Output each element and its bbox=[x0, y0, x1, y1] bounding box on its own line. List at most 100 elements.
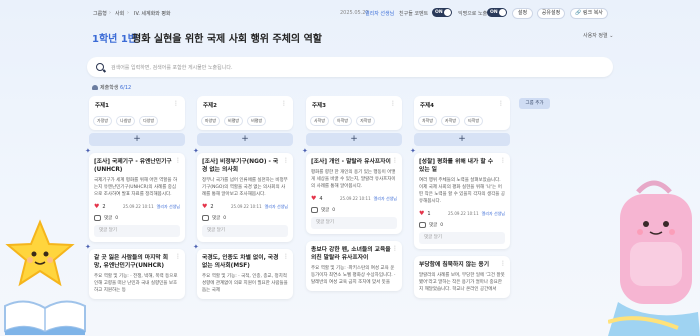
column-header: 주제4 ⋮ 차학방 카학방 타학방 bbox=[414, 96, 510, 130]
more-icon[interactable]: ⋮ bbox=[392, 157, 398, 164]
comment-input[interactable]: 댓글 달기 bbox=[311, 217, 397, 229]
student-tag[interactable]: 가정방 bbox=[93, 116, 113, 126]
post-date: 25.09.22 10:11 bbox=[123, 204, 154, 209]
pin-icon: ✦ bbox=[193, 243, 199, 251]
anon-expose-toggle[interactable]: ON bbox=[487, 8, 507, 17]
student-tag[interactable]: 아학방 bbox=[333, 116, 353, 126]
search-icon bbox=[96, 63, 104, 71]
post-author: 엘리자 선생님 bbox=[264, 203, 288, 209]
share-settings-button[interactable]: 공유설정 bbox=[537, 8, 565, 19]
more-icon[interactable]: ⋮ bbox=[173, 100, 179, 107]
column-header: 주제2 ⋮ 마양방 비평방 비평방 bbox=[197, 96, 293, 130]
settings-button[interactable]: 설정 bbox=[512, 8, 533, 19]
pin-icon: ✦ bbox=[85, 243, 91, 251]
student-tag[interactable]: 타학방 bbox=[464, 116, 484, 126]
post-body: 국제기구가 세계 평화를 위해 어떤 역할을 하는지 유엔난민기구(UNHCR)… bbox=[94, 178, 178, 197]
student-tag[interactable]: 자학방 bbox=[356, 116, 376, 126]
post-title: [성찰] 평화를 위해 내가 할 수 있는 일 bbox=[419, 159, 494, 173]
post-body: 정부나 국가를 넘어 인류애를 실천하는 비정부기구(NGO)의 역할을 국경 … bbox=[202, 178, 288, 197]
pin-icon: ✦ bbox=[302, 147, 308, 155]
heart-icon[interactable]: ♥ bbox=[202, 203, 207, 210]
post-card[interactable]: 부당함에 침묵하지 않는 용기 ⋮ 말랄라의 사례를 보며, 부당한 일에 '그… bbox=[414, 256, 510, 298]
post-card[interactable]: ✦ [성찰] 평화를 위해 내가 할 수 있는 일 ⋮ 여러 행위 주체들의 노… bbox=[410, 148, 510, 249]
student-tag[interactable]: 나침방 bbox=[116, 116, 136, 126]
anon-comment-toggle[interactable]: ON bbox=[432, 8, 452, 17]
post-author: 엘리자 선생님 bbox=[156, 203, 180, 209]
column-2: 주제2 ⋮ 마양방 비평방 비평방 + ✦ [조사] 비정부기구(NGO) - … bbox=[193, 96, 293, 299]
breadcrumb-item[interactable]: IV. 세계화와 평화 bbox=[134, 10, 171, 17]
add-post-button[interactable]: + bbox=[414, 133, 510, 146]
post-card[interactable]: ✦ 국경도, 인종도 차별 없이, 국경 없는 의사회(MSF) ⋮ 주요 역할… bbox=[193, 244, 293, 299]
copy-link-button[interactable]: 🔗 링크 복사 bbox=[570, 8, 608, 19]
pin-icon: ✦ bbox=[85, 147, 91, 155]
student-tag[interactable]: 카학방 bbox=[441, 116, 461, 126]
search-bar[interactable]: 검색어를 입력하면, 검색어를 포함한 게시물만 노출됩니다. bbox=[87, 57, 613, 77]
breadcrumb-item[interactable]: 사회 bbox=[115, 10, 124, 17]
post-card[interactable]: 총보다 강한 펜, 소녀들의 교육을 외친 말랄라 유사프자이 ⋮ 주요 역할 … bbox=[306, 241, 402, 291]
post-card[interactable]: ✦ [조사] 개인 - 말랄라 유사프자이 ⋮ 평화를 향한 한 개인의 용기 … bbox=[302, 148, 402, 234]
breadcrumb-item[interactable]: 그룹형 bbox=[93, 10, 107, 17]
post-body: 평화를 향한 한 개인의 용기 있는 행동이 어떻게 세상을 바꿀 수 있는지,… bbox=[311, 170, 396, 189]
add-post-button[interactable]: + bbox=[89, 133, 185, 146]
heart-icon[interactable]: ♥ bbox=[419, 210, 424, 217]
post-title: [조사] 국제기구 - 유엔난민기구(UNHCR) bbox=[94, 159, 172, 173]
more-icon[interactable]: ⋮ bbox=[392, 245, 398, 252]
pin-icon: ✦ bbox=[193, 147, 199, 155]
add-post-button[interactable]: + bbox=[197, 133, 293, 146]
more-icon[interactable]: ⋮ bbox=[175, 157, 181, 164]
post-title: [조사] 비정부기구(NGO) - 국경 없는 의사회 bbox=[202, 159, 279, 173]
comment-input[interactable]: 댓글 달기 bbox=[202, 225, 288, 237]
comment-icon bbox=[94, 215, 101, 221]
backpack-illustration bbox=[608, 180, 700, 336]
comment-input[interactable]: 댓글 달기 bbox=[419, 232, 505, 244]
column-title: 주제1 bbox=[95, 103, 109, 109]
link-icon: 🔗 bbox=[575, 10, 582, 16]
student-tag[interactable]: 사학방 bbox=[310, 116, 330, 126]
sort-dropdown[interactable]: 사용자 정렬 ⌄ bbox=[583, 32, 613, 39]
comment-input[interactable]: 댓글 달기 bbox=[94, 225, 180, 237]
page-title: 평화 실현을 위한 국제 사회 행위 주체의 역할 bbox=[132, 34, 322, 45]
star-mascot-illustration bbox=[5, 219, 75, 287]
student-tag[interactable]: 비평방 bbox=[224, 116, 244, 126]
column-header: 주제1 ⋮ 가정방 나침방 다양방 bbox=[89, 96, 185, 130]
book-illustration bbox=[4, 300, 86, 335]
search-input[interactable]: 검색어를 입력하면, 검색어를 포함한 게시물만 노출됩니다. bbox=[111, 64, 233, 71]
column-title: 주제2 bbox=[203, 103, 217, 109]
more-icon[interactable]: ⋮ bbox=[498, 100, 504, 107]
heart-icon[interactable]: ♥ bbox=[311, 195, 316, 202]
post-card[interactable]: ✦ 갈 곳 잃은 사람들의 마지막 희망, 유엔난민기구(UNHCR) ⋮ 주요… bbox=[85, 244, 185, 299]
post-title: 부당함에 침묵하지 않는 용기 bbox=[419, 262, 490, 268]
add-post-button[interactable]: + bbox=[306, 133, 402, 146]
post-body: 주요 역할 및 기능: · 전쟁, 박해, 폭력 등으로 인해 고향을 떠난 난… bbox=[94, 274, 178, 293]
post-title: [조사] 개인 - 말랄라 유사프자이 bbox=[311, 159, 391, 165]
column-title: 주제4 bbox=[420, 103, 434, 109]
add-group-button[interactable]: 그룹 추가 bbox=[519, 98, 550, 109]
like-count: 4 bbox=[319, 195, 323, 202]
more-icon[interactable]: ⋮ bbox=[500, 260, 506, 267]
more-icon[interactable]: ⋮ bbox=[500, 157, 506, 164]
more-icon[interactable]: ⋮ bbox=[390, 100, 396, 107]
post-body: 여러 행위 주체들의 노력을 살펴보았습니다. 이제 국제 사회의 평화 실현을… bbox=[419, 178, 505, 204]
anon-comment-label: 친구들 코멘트 bbox=[399, 11, 429, 17]
pin-icon: ✦ bbox=[410, 147, 416, 155]
more-icon[interactable]: ⋮ bbox=[283, 253, 289, 260]
more-icon[interactable]: ⋮ bbox=[283, 157, 289, 164]
post-title: 국경도, 인종도 차별 없이, 국경 없는 의사회(MSF) bbox=[202, 255, 279, 269]
student-tag[interactable]: 마양방 bbox=[201, 116, 221, 126]
submitted-students: 제출학생 6/12 bbox=[92, 84, 131, 91]
like-count: 1 bbox=[427, 210, 431, 217]
post-card[interactable]: ✦ [조사] 국제기구 - 유엔난민기구(UNHCR) ⋮ 국제기구가 세계 평… bbox=[85, 148, 185, 242]
anon-expose-label: 익명으로 노출 bbox=[458, 11, 488, 17]
post-card[interactable]: ✦ [조사] 비정부기구(NGO) - 국경 없는 의사회 ⋮ 정부나 국가를 … bbox=[193, 148, 293, 242]
student-tag[interactable]: 비평방 bbox=[247, 116, 267, 126]
comment-icon bbox=[311, 207, 318, 213]
post-body: 주요 역할 및 기능: · 국적, 인종, 종교, 정치적 성향에 관계없이 의… bbox=[202, 274, 288, 293]
student-tag[interactable]: 차학방 bbox=[418, 116, 438, 126]
student-tag[interactable]: 다양방 bbox=[139, 116, 159, 126]
column-1: 주제1 ⋮ 가정방 나침방 다양방 + ✦ [조사] 국제기구 - 유엔난민기구… bbox=[85, 96, 185, 299]
top-bar: 그룹형 › 사회 › IV. 세계화와 평화 2025.05.22 엘리자 선생… bbox=[0, 0, 700, 26]
more-icon[interactable]: ⋮ bbox=[281, 100, 287, 107]
post-date: 25.09.22 10:11 bbox=[448, 211, 479, 216]
more-icon[interactable]: ⋮ bbox=[175, 253, 181, 260]
heart-icon[interactable]: ♥ bbox=[94, 203, 99, 210]
